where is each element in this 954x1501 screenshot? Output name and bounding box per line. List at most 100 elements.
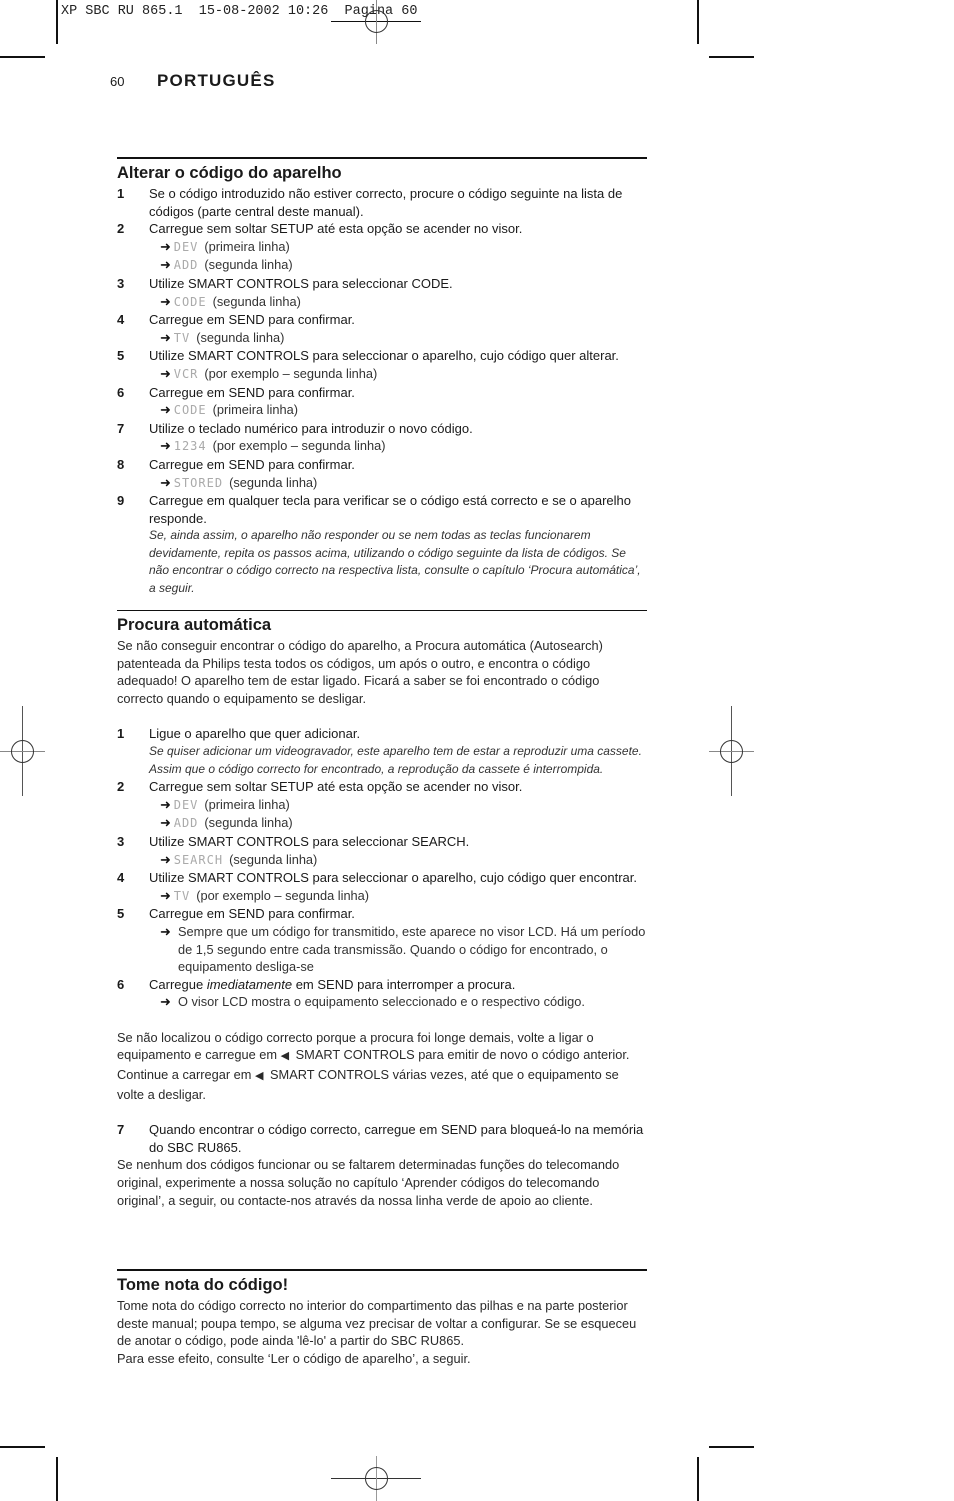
step-item: 4 Utilize SMART CONTROLS para seleccionar…	[117, 869, 647, 905]
step-number: 6	[117, 976, 125, 992]
arrow-icon: ➜	[160, 887, 171, 903]
step-result: ➜ CODE (primeira linha)	[149, 401, 647, 420]
step-number: 7	[117, 420, 125, 436]
step-item: 7 Utilize o teclado numérico para introdu…	[117, 420, 647, 456]
section-rule	[117, 157, 647, 159]
crop-mark	[0, 56, 45, 58]
crop-mark	[697, 0, 699, 44]
step-number: 7	[117, 1122, 125, 1138]
body-paragraph: Para esse efeito, consulte ‘Ler o código…	[117, 1350, 471, 1366]
section-autosearch: Procura automática Se não conseguir enco…	[117, 610, 647, 1209]
step-number: 4	[117, 312, 125, 328]
step-number: 2	[117, 221, 125, 237]
result-text: Sempre que um código for transmitido, es…	[178, 923, 646, 975]
result-text: (segunda linha)	[229, 851, 318, 867]
lcd-display-text: DEV	[173, 239, 199, 254]
step-note: Se, ainda assim, o aparelho não responde…	[149, 528, 641, 596]
section-rule	[117, 610, 647, 611]
step-text: Se o código introduzido não estiver corr…	[149, 186, 623, 219]
crop-mark	[0, 1446, 45, 1448]
step-result: ➜ TV (segunda linha)	[149, 329, 647, 348]
step-number: 1	[117, 186, 125, 201]
section-title: Procura automática	[117, 616, 272, 634]
step-text: Ligue o aparelho que quer adicionar.	[149, 726, 361, 742]
step-number: 8	[117, 456, 125, 472]
step-text: Utilize SMART CONTROLS para seleccionar …	[149, 833, 470, 849]
result-text: (primeira linha)	[204, 238, 290, 254]
step-item: 6 Carregue imediatamente em SEND para int…	[117, 976, 647, 1011]
arrow-icon: ➜	[160, 402, 171, 418]
overshoot-paragraph: Se não localizou o código correcto porqu…	[117, 1029, 630, 1102]
step-result: ➜ 1234 (por exemplo – segunda linha)	[149, 437, 647, 456]
result-text: (por exemplo – segunda linha)	[196, 887, 370, 903]
step-item: 8 Carregue em SEND para confirmar. ➜ STORED…	[117, 456, 647, 492]
step-item: 1 Se o código introduzido não estiver cor…	[117, 185, 647, 220]
left-triangle-icon: ◀	[255, 1070, 264, 1083]
crop-mark	[56, 1457, 58, 1501]
step-text: Utilize SMART CONTROLS para seleccionar …	[149, 275, 453, 291]
step-text: Utilize o teclado numérico para introduz…	[149, 420, 473, 436]
step-text: Carregue em SEND para confirmar.	[149, 906, 355, 922]
intro-paragraph: Se não conseguir encontrar o código do a…	[117, 638, 603, 706]
step-result: ➜ ADD (segunda linha)	[149, 256, 647, 275]
step-number: 9	[117, 493, 125, 509]
step-number: 5	[117, 348, 125, 364]
step-text: Quando encontrar o código correcto, carr…	[149, 1122, 644, 1155]
step-text: em SEND para interromper a procura.	[292, 976, 516, 992]
step-result: ➜ ADD (segunda linha)	[149, 814, 647, 833]
step-text: Carregue em SEND para confirmar.	[149, 312, 355, 328]
step-text: Utilize SMART CONTROLS para seleccionar …	[149, 870, 637, 886]
lcd-display-text: DEV	[173, 797, 199, 812]
crop-mark	[709, 1446, 754, 1448]
step-number: 5	[117, 906, 125, 922]
step-number: 3	[117, 833, 125, 849]
print-slug: XP SBC RU 865.1 15-08-2002 10:26 Pagina …	[61, 4, 418, 19]
step-text-emphasis: imediatamente	[206, 976, 293, 992]
step-number: 3	[117, 275, 125, 291]
result-text: (por exemplo – segunda linha)	[204, 365, 378, 381]
arrow-icon: ➜	[160, 257, 171, 273]
step-text: Utilize SMART CONTROLS para seleccionar …	[149, 348, 619, 364]
step-item: 9 Carregue em qualquer tecla para verific…	[117, 492, 647, 598]
arrow-icon: ➜	[160, 238, 171, 254]
step-number: 2	[117, 779, 125, 795]
arrow-icon: ➜	[160, 815, 171, 831]
lcd-display-text: TV	[173, 330, 191, 345]
step-text: Carregue	[149, 976, 207, 992]
crop-mark	[56, 0, 58, 44]
crop-mark	[697, 1457, 699, 1501]
lcd-display-text: CODE	[173, 294, 207, 309]
step-text: Carregue sem soltar SETUP até esta opção…	[149, 779, 523, 795]
arrow-icon: ➜	[160, 365, 171, 381]
result-text: (segunda linha)	[196, 329, 285, 345]
step-text: Carregue sem soltar SETUP até esta opção…	[149, 221, 523, 237]
arrow-icon: ➜	[160, 474, 171, 490]
step-result: ➜ CODE (segunda linha)	[149, 293, 647, 312]
step-result: ➜ DEV (primeira linha)	[149, 796, 647, 815]
steps-list: 1 Ligue o aparelho que quer adicionar. Se …	[117, 725, 647, 1011]
result-text: (por exemplo – segunda linha)	[212, 438, 386, 454]
result-text: (segunda linha)	[204, 257, 293, 273]
step-number: 6	[117, 384, 125, 400]
arrow-icon: ➜	[160, 438, 171, 454]
lcd-display-text: 1234	[173, 439, 207, 454]
arrow-icon: ➜	[160, 851, 171, 867]
result-text: (segunda linha)	[204, 815, 293, 831]
step-result: ➜ STORED (segunda linha)	[149, 474, 647, 493]
step-item: 4 Carregue em SEND para confirmar. ➜ TV (seg…	[117, 311, 647, 347]
step-text: Carregue em qualquer tecla para verifica…	[149, 493, 631, 526]
step-item: 5 Carregue em SEND para confirmar. ➜ Sempre…	[117, 905, 647, 975]
step-number: 1	[117, 726, 125, 742]
left-triangle-icon: ◀	[280, 1050, 290, 1063]
lcd-display-text: VCR	[173, 366, 199, 381]
section-rule	[117, 1269, 647, 1271]
step-item: 7 Quando encontrar o código correcto, ca…	[117, 1121, 647, 1156]
step-item: 1 Ligue o aparelho que quer adicionar. Se …	[117, 725, 647, 778]
step-result: ➜ Sempre que um código for transmitido, e…	[149, 923, 647, 976]
section-title: Alterar o código do aparelho	[117, 164, 342, 182]
step-result: ➜ O visor LCD mostra o equipamento selecc…	[149, 993, 647, 1011]
step-item: 5 Utilize SMART CONTROLS para seleccionar…	[117, 347, 647, 383]
language-heading: PORTUGUÊS	[157, 71, 276, 90]
arrow-icon: ➜	[160, 796, 171, 812]
lcd-display-text: CODE	[173, 403, 207, 418]
